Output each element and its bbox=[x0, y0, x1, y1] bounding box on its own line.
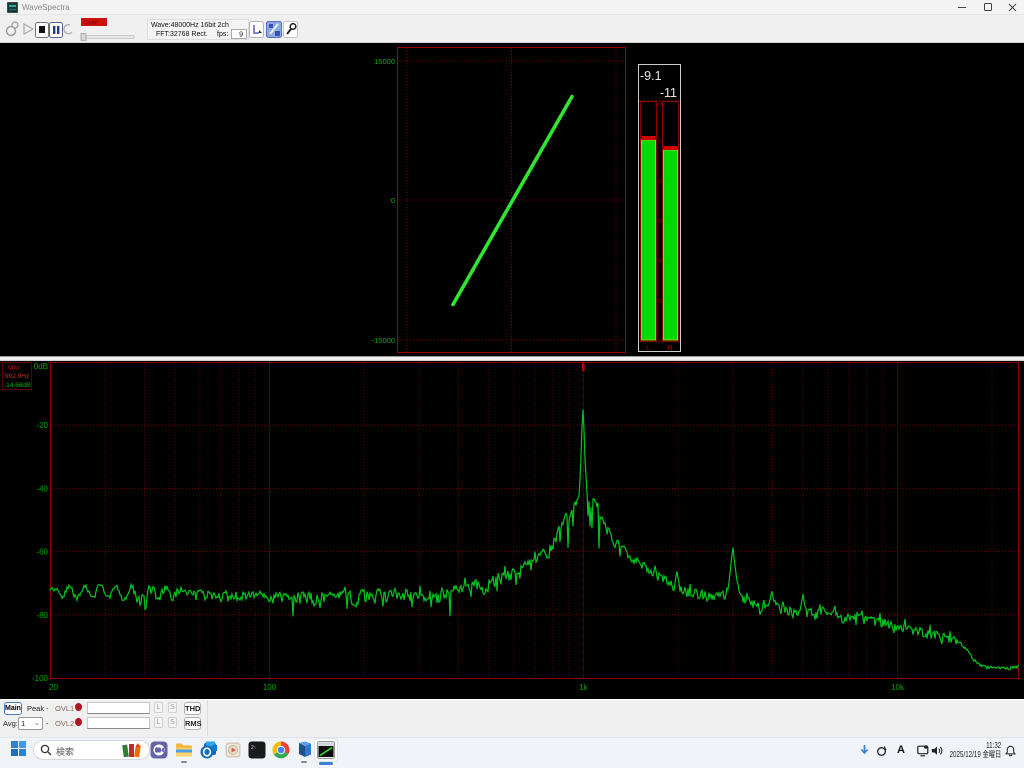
svg-text:-9.1: -9.1 bbox=[640, 69, 662, 83]
svg-text:9: 9 bbox=[239, 32, 243, 39]
svg-text:0dB: 0dB bbox=[34, 362, 48, 371]
svg-text:15000: 15000 bbox=[374, 57, 395, 66]
svg-text:-14.66dB: -14.66dB bbox=[4, 382, 30, 389]
svg-text:FFT:32768 Rect.: FFT:32768 Rect. bbox=[156, 31, 208, 38]
svg-text:1k: 1k bbox=[579, 683, 588, 692]
svg-text:-50: -50 bbox=[656, 299, 664, 305]
svg-text:-20: -20 bbox=[656, 179, 664, 185]
svg-text:992.9Hz: 992.9Hz bbox=[5, 373, 29, 380]
svg-text:-15000: -15000 bbox=[372, 336, 395, 345]
svg-text:-11: -11 bbox=[660, 86, 677, 100]
svg-text:-100: -100 bbox=[32, 674, 49, 683]
svg-text:10k: 10k bbox=[891, 683, 905, 692]
svg-text:R: R bbox=[667, 345, 672, 352]
svg-text:fps:: fps: bbox=[217, 31, 228, 38]
svg-text:Wave:48000Hz 16bit 2ch: Wave:48000Hz 16bit 2ch bbox=[151, 22, 229, 29]
svg-text:-40: -40 bbox=[36, 484, 48, 493]
svg-text:-60: -60 bbox=[36, 548, 48, 557]
svg-text:L: L bbox=[646, 345, 650, 352]
svg-text:-10: -10 bbox=[656, 139, 664, 145]
svg-text:0: 0 bbox=[391, 196, 395, 205]
svg-text:-40: -40 bbox=[656, 259, 664, 265]
svg-text:-30: -30 bbox=[656, 219, 664, 225]
svg-text:-80: -80 bbox=[36, 611, 48, 620]
svg-text:2↑: 2↑ bbox=[251, 745, 256, 751]
svg-text:-60: -60 bbox=[656, 339, 664, 345]
svg-text:20: 20 bbox=[49, 683, 58, 692]
svg-text:100: 100 bbox=[263, 683, 277, 692]
svg-text:Over!: Over! bbox=[84, 21, 99, 27]
svg-text:-20: -20 bbox=[36, 421, 48, 430]
svg-text:Max: Max bbox=[8, 365, 21, 372]
